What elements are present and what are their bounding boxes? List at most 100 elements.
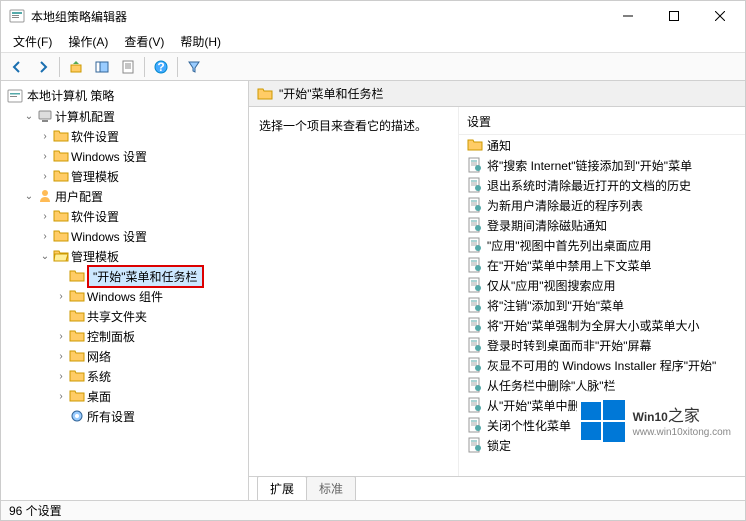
settings-list[interactable]: 设置 通知将"搜索 Internet"链接添加到"开始"菜单退出系统时清除最近打…: [459, 107, 745, 476]
toolbar-separator: [177, 57, 178, 77]
tree-item[interactable]: ›管理模板: [1, 166, 248, 186]
list-item[interactable]: 锁定: [459, 435, 745, 455]
tree-all-settings[interactable]: 所有设置: [1, 406, 248, 426]
tree-item[interactable]: ›Windows 组件: [1, 286, 248, 306]
list-item-label: 锁定: [487, 437, 511, 454]
toolbar-separator: [59, 57, 60, 77]
list-item[interactable]: 仅从"应用"视图搜索应用: [459, 275, 745, 295]
policy-icon: [467, 197, 483, 213]
menu-file[interactable]: 文件(F): [5, 31, 60, 52]
list-item[interactable]: "应用"视图中首先列出桌面应用: [459, 235, 745, 255]
folder-open-icon: [53, 248, 69, 264]
policy-icon: [467, 437, 483, 453]
policy-icon: [467, 217, 483, 233]
collapse-icon[interactable]: ⌄: [23, 110, 35, 122]
list-item[interactable]: 灰显不可用的 Windows Installer 程序"开始": [459, 355, 745, 375]
expand-icon[interactable]: ›: [55, 290, 67, 302]
tree-item[interactable]: ›网络: [1, 346, 248, 366]
list-item[interactable]: 退出系统时清除最近打开的文档的历史: [459, 175, 745, 195]
list-item-label: "应用"视图中首先列出桌面应用: [487, 237, 652, 254]
expand-icon[interactable]: ›: [55, 330, 67, 342]
folder-icon: [257, 86, 273, 102]
tree-item[interactable]: ›控制面板: [1, 326, 248, 346]
tree-user-config[interactable]: ⌄用户配置: [1, 186, 248, 206]
list-item[interactable]: 登录期间清除磁贴通知: [459, 215, 745, 235]
settings-icon: [69, 408, 85, 424]
expand-icon[interactable]: ›: [39, 230, 51, 242]
tree-root[interactable]: 本地计算机 策略: [1, 85, 248, 106]
back-button[interactable]: [5, 55, 29, 79]
folder-icon: [69, 388, 85, 404]
folder-icon: [69, 268, 85, 284]
folder-icon: [53, 208, 69, 224]
policy-icon: [467, 357, 483, 373]
list-item-label: 在"开始"菜单中禁用上下文菜单: [487, 257, 652, 274]
tree-item[interactable]: ›系统: [1, 366, 248, 386]
policy-icon: [467, 317, 483, 333]
expand-icon[interactable]: ›: [55, 390, 67, 402]
content-title: "开始"菜单和任务栏: [279, 85, 384, 102]
list-item[interactable]: 将"开始"菜单强制为全屏大小或菜单大小: [459, 315, 745, 335]
list-item[interactable]: 关闭个性化菜单: [459, 415, 745, 435]
folder-icon: [69, 348, 85, 364]
list-item[interactable]: 将"搜索 Internet"链接添加到"开始"菜单: [459, 155, 745, 175]
svg-text:?: ?: [157, 60, 164, 74]
column-header-setting[interactable]: 设置: [459, 107, 745, 135]
content-header: "开始"菜单和任务栏: [249, 81, 745, 107]
tab-extended[interactable]: 扩展: [257, 476, 307, 500]
tree-item[interactable]: ›Windows 设置: [1, 226, 248, 246]
minimize-button[interactable]: [605, 1, 651, 31]
policy-icon: [467, 177, 483, 193]
menu-action[interactable]: 操作(A): [60, 31, 116, 52]
collapse-icon[interactable]: ⌄: [39, 250, 51, 262]
list-item[interactable]: 将"注销"添加到"开始"菜单: [459, 295, 745, 315]
expand-icon[interactable]: ›: [39, 170, 51, 182]
filter-button[interactable]: [182, 55, 206, 79]
list-item-label: 将"开始"菜单强制为全屏大小或菜单大小: [487, 317, 700, 334]
tree-item[interactable]: ›软件设置: [1, 206, 248, 226]
list-item[interactable]: 为新用户清除最近的程序列表: [459, 195, 745, 215]
tree-computer-config[interactable]: ⌄计算机配置: [1, 106, 248, 126]
list-item[interactable]: 在"开始"菜单中禁用上下文菜单: [459, 255, 745, 275]
list-item-label: 从任务栏中删除"人脉"栏: [487, 377, 616, 394]
close-button[interactable]: [697, 1, 743, 31]
expand-icon[interactable]: ›: [55, 350, 67, 362]
properties-button[interactable]: [116, 55, 140, 79]
tree-pane[interactable]: 本地计算机 策略 ⌄计算机配置 ›软件设置 ›Windows 设置 ›管理模板 …: [1, 81, 249, 500]
list-item-label: 从"开始"菜单中删除"最近添加"列表: [487, 397, 672, 414]
tree-startmenu-taskbar[interactable]: "开始"菜单和任务栏: [1, 266, 248, 286]
help-button[interactable]: ?: [149, 55, 173, 79]
tree-item[interactable]: ›软件设置: [1, 126, 248, 146]
expand-icon[interactable]: ›: [39, 130, 51, 142]
show-hide-button[interactable]: [90, 55, 114, 79]
maximize-button[interactable]: [651, 1, 697, 31]
menu-view[interactable]: 查看(V): [116, 31, 172, 52]
tree-item[interactable]: ›桌面: [1, 386, 248, 406]
list-item[interactable]: 登录时转到桌面而非"开始"屏幕: [459, 335, 745, 355]
tree-item[interactable]: ›Windows 设置: [1, 146, 248, 166]
app-icon: [9, 8, 25, 24]
list-item-label: 登录期间清除磁贴通知: [487, 217, 607, 234]
window-title: 本地组策略编辑器: [31, 8, 605, 25]
policy-icon: [467, 297, 483, 313]
list-item-label: 关闭个性化菜单: [487, 417, 571, 434]
expand-icon[interactable]: ›: [39, 150, 51, 162]
policy-icon: [467, 257, 483, 273]
tree-item[interactable]: 共享文件夹: [1, 306, 248, 326]
policy-icon: [467, 157, 483, 173]
forward-button[interactable]: [31, 55, 55, 79]
tree-templates-user[interactable]: ⌄管理模板: [1, 246, 248, 266]
tab-standard[interactable]: 标准: [306, 476, 356, 500]
toolbar-separator: [144, 57, 145, 77]
list-item[interactable]: 通知: [459, 135, 745, 155]
expand-icon[interactable]: ›: [55, 370, 67, 382]
collapse-icon[interactable]: ⌄: [23, 190, 35, 202]
expand-icon[interactable]: ›: [39, 210, 51, 222]
list-item-label: 登录时转到桌面而非"开始"屏幕: [487, 337, 652, 354]
up-button[interactable]: [64, 55, 88, 79]
menu-help[interactable]: 帮助(H): [172, 31, 229, 52]
list-item[interactable]: 从任务栏中删除"人脉"栏: [459, 375, 745, 395]
policy-root-icon: [7, 88, 23, 104]
folder-icon: [69, 288, 85, 304]
list-item[interactable]: 从"开始"菜单中删除"最近添加"列表: [459, 395, 745, 415]
